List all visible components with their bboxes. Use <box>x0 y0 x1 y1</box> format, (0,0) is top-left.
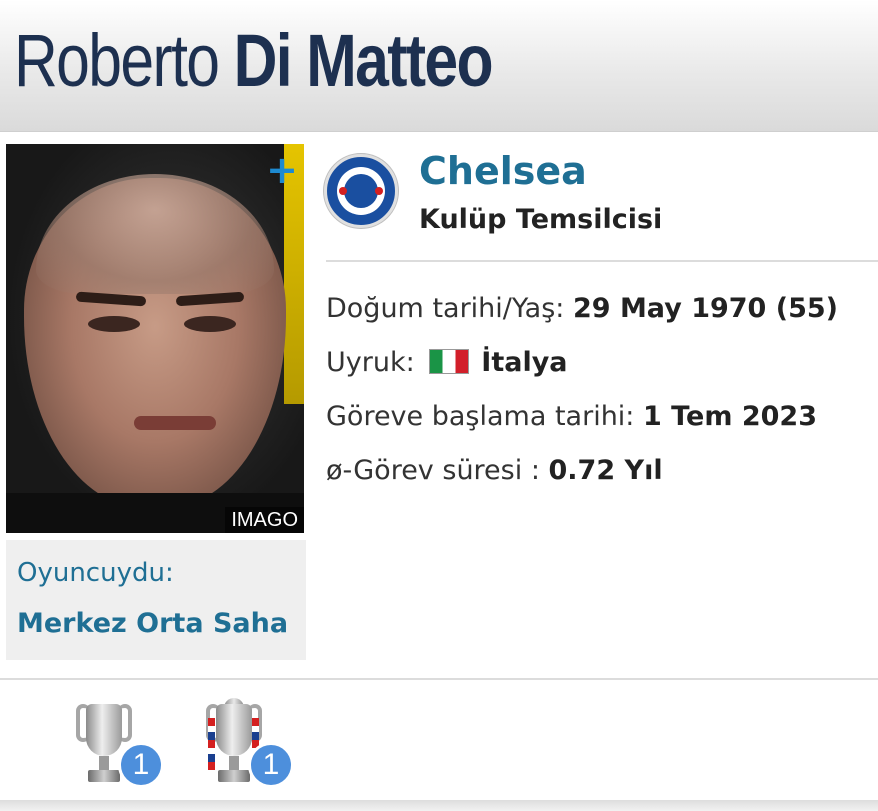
crest-lion <box>344 174 378 208</box>
fa-cup-trophy-icon[interactable]: 1 <box>202 696 302 796</box>
section-bottom-border <box>0 800 878 811</box>
nationality-label: Uyruk: <box>326 347 415 378</box>
chelsea-crest-icon[interactable] <box>324 154 398 228</box>
page-title: Roberto Di Matteo <box>14 16 494 106</box>
photo-credit: IMAGO <box>225 507 304 533</box>
former-player-box: Oyuncuydu: Merkez Orta Saha <box>6 540 306 660</box>
club-role: Kulüp Temsilcisi <box>419 204 663 235</box>
birth-date-row: Doğum tarihi/Yaş: 29 May 1970 (55) <box>326 291 838 327</box>
tenure-row: ø-Görev süresi : 0.72 Yıl <box>326 453 663 489</box>
first-name: Roberto <box>14 19 220 102</box>
trophy-count-badge: 1 <box>248 742 294 788</box>
trophy-count-badge: 1 <box>118 742 164 788</box>
birth-date-label: Doğum tarihi/Yaş: <box>326 293 565 324</box>
italy-flag-icon <box>429 349 470 374</box>
mouth <box>134 416 216 430</box>
crest-ball <box>375 187 383 195</box>
trophy-cup <box>216 704 252 756</box>
divider <box>0 678 878 680</box>
club-name-link[interactable]: Chelsea <box>419 148 587 194</box>
eye <box>88 316 140 332</box>
hair <box>36 174 274 294</box>
trophy-cup <box>86 704 122 756</box>
nationality-value: İtalya <box>481 347 568 378</box>
profile-header: Roberto Di Matteo <box>0 0 878 132</box>
start-date-value: 1 Tem 2023 <box>643 401 818 432</box>
champions-league-trophy-icon[interactable]: 1 <box>72 696 172 796</box>
start-date-row: Göreve başlama tarihi: 1 Tem 2023 <box>326 399 817 435</box>
trophy-stem <box>99 756 109 770</box>
trophy-stem <box>229 756 239 770</box>
start-date-label: Göreve başlama tarihi: <box>326 401 635 432</box>
profile-photo[interactable]: + IMAGO <box>6 144 304 533</box>
plus-icon[interactable]: + <box>266 151 298 189</box>
trophy-base <box>218 770 250 782</box>
divider <box>326 260 878 262</box>
eye <box>184 316 236 332</box>
former-position-link[interactable]: Merkez Orta Saha <box>17 608 288 639</box>
tenure-value: 0.72 Yıl <box>548 455 663 486</box>
nationality-row: Uyruk: İtalya <box>326 345 568 381</box>
birth-date-value: 29 May 1970 (55) <box>572 293 838 324</box>
last-name: Di Matteo <box>233 19 494 102</box>
former-player-label: Oyuncuydu: <box>17 558 174 588</box>
crest-ball <box>339 187 347 195</box>
tenure-label: ø-Görev süresi : <box>326 455 540 486</box>
trophy-base <box>88 770 120 782</box>
trophy-ribbon <box>208 718 215 774</box>
